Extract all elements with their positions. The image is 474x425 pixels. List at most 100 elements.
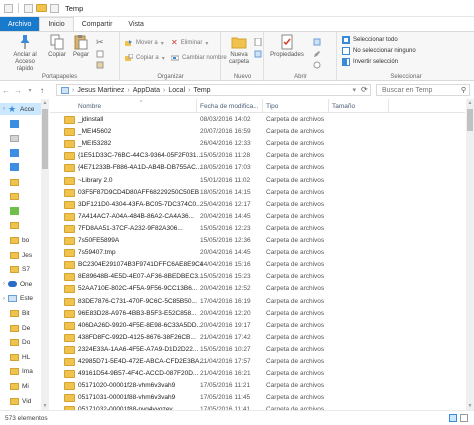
breadcrumb-separator[interactable]: ›	[163, 87, 165, 94]
table-row[interactable]: 52AA710E-802C-4F5A-9F56-9CC13B6... 20/04/…	[50, 283, 465, 295]
ribbon-tab-1[interactable]: Inicio	[39, 17, 74, 31]
table-row[interactable]: ~Library 2.0 15/01/2016 11:02 Carpeta de a…	[50, 175, 465, 187]
expand-chevron-icon[interactable]: ›	[0, 281, 8, 287]
move-to-button[interactable]: Mover a ▾	[125, 39, 164, 47]
history-button[interactable]	[313, 61, 321, 69]
table-row[interactable]: 96E83D28-A976-4BB3-B5F3-E52C858... 20/04/…	[50, 308, 465, 320]
breadcrumb-item[interactable]: Jesus Martinez	[77, 87, 124, 94]
table-row[interactable]: 7s59407.tmp 20/04/2016 14:45 Carpeta de ar…	[50, 247, 465, 259]
refresh-icon[interactable]: ⟳	[361, 85, 368, 94]
list-scroll-up-icon[interactable]: ▲	[466, 99, 474, 107]
new-folder-button[interactable]: Nueva carpeta	[224, 34, 254, 66]
expand-chevron-icon[interactable]: ›	[0, 296, 8, 302]
copy-button[interactable]: Copiar	[46, 34, 68, 59]
quick-access-icon: ★	[8, 103, 17, 114]
table-row[interactable]: {1E51D33C-76BC-44C3-9364-05F2F031... 15/0…	[50, 150, 465, 162]
table-row[interactable]: 7s50FE5899A 15/05/2016 12:36 Carpeta de ar…	[50, 235, 465, 247]
nav-scroll-up-icon[interactable]: ▲	[41, 99, 49, 107]
copy-to-icon	[125, 54, 133, 61]
table-row[interactable]: 8E89648B-4E5D-4E07-AF36-8BEDBEC3... 15/05…	[50, 271, 465, 283]
file-type: Carpeta de archivos	[266, 224, 325, 232]
table-row[interactable]: _jdinstall 08/03/2016 14:02 Carpeta de arc…	[50, 114, 465, 126]
select-none-button[interactable]: No seleccionar ninguno	[342, 47, 416, 55]
ribbon-tab-0[interactable]: Archivo	[0, 17, 40, 31]
customize-qa-icon[interactable]	[50, 3, 59, 13]
table-row[interactable]: 7FD8AA51-37CF-A232-9F82A306... 15/05/2016…	[50, 223, 465, 235]
list-scroll-thumb[interactable]	[467, 109, 473, 131]
new-item-button[interactable]	[254, 38, 262, 46]
invert-selection-button[interactable]: Invertir selección	[342, 58, 398, 66]
nav-scroll-down-icon[interactable]: ▼	[41, 402, 49, 410]
copy-path-button[interactable]	[96, 50, 104, 58]
new-folder-qa-icon[interactable]	[36, 4, 47, 12]
back-arrow-icon[interactable]: ←	[0, 86, 12, 95]
table-row[interactable]: 83DE7876-C731-470F-9C6C-5C85B50... 17/04/…	[50, 296, 465, 308]
address-bar[interactable]: › Jesus Martinez › AppData › Local › Temp ▾	[56, 84, 371, 96]
file-type: Carpeta de archivos	[266, 394, 325, 402]
breadcrumb-item[interactable]: Temp	[193, 87, 210, 94]
up-arrow-icon[interactable]: ↑	[36, 86, 48, 95]
search-input[interactable]: Buscar en Temp ⚲	[376, 84, 470, 96]
list-scrollbar[interactable]: ▲ ▼	[466, 99, 474, 410]
edit-button[interactable]	[313, 50, 321, 58]
table-row[interactable]: 438FD8FC-992D-4125-8676-38F26CB... 21/04/…	[50, 332, 465, 344]
paste-shortcut-button[interactable]	[96, 61, 104, 69]
cut-button[interactable]: ✂	[96, 38, 104, 47]
recent-dropdown-icon[interactable]: ▾	[24, 87, 36, 94]
table-row[interactable]: {4E71233B-F886-4A1D-AB4B-DB755AC... 18/05…	[50, 162, 465, 174]
file-name: 05171020-00001f28-vhm6v3vah9	[78, 382, 176, 390]
easy-access-button[interactable]	[254, 50, 262, 58]
breadcrumb-separator[interactable]: ›	[188, 87, 190, 94]
rename-label: Cambiar nombre	[182, 55, 227, 61]
paste-button[interactable]: Pegar	[70, 34, 92, 59]
nav-item-label: De	[22, 324, 31, 332]
column-type[interactable]: Tipo	[263, 99, 329, 113]
file-date: 20/04/2016 19:17	[200, 321, 251, 329]
table-row[interactable]: 05171020-00001f28-vhm6v3vah9 17/05/2016 1…	[50, 380, 465, 392]
table-row[interactable]: 2324E33A-1AA6-4F5E-A7A9-D1D2D22... 15/05/…	[50, 344, 465, 356]
breadcrumb-item[interactable]: AppData	[133, 87, 160, 94]
details-view-icon[interactable]	[449, 414, 457, 422]
list-scroll-down-icon[interactable]: ▼	[466, 402, 474, 410]
rename-button[interactable]: Cambiar nombre	[171, 54, 227, 62]
forward-arrow-icon[interactable]: →	[12, 86, 24, 95]
column-name[interactable]: Nombre	[50, 99, 197, 113]
large-icons-view-icon[interactable]	[460, 414, 468, 422]
table-row[interactable]: 42985D71-5E4D-472E-ABCA-CFD2E3BA... 21/04…	[50, 356, 465, 368]
copy-path-icon	[96, 50, 104, 58]
ribbon-tabs: Archivo Inicio Compartir Vista	[0, 17, 474, 31]
open-button[interactable]	[313, 38, 321, 46]
table-row[interactable]: 406DA26D-9920-4F5E-8E98-6C33A5DD... 20/04…	[50, 320, 465, 332]
ribbon-tab-2[interactable]: Compartir	[74, 17, 121, 31]
nav-scrollbar[interactable]: ▲ ▼	[41, 99, 49, 410]
address-dropdown-icon[interactable]: ▾	[352, 86, 356, 94]
file-date: 18/05/2016 14:15	[200, 188, 251, 196]
properties-qa-icon[interactable]	[24, 3, 33, 13]
table-row[interactable]: 7A414AC7-A04A-484B-86A2-CA4A36... 20/04/2…	[50, 211, 465, 223]
table-row[interactable]: _MEI53282 26/04/2016 12:33 Carpeta de arch…	[50, 138, 465, 150]
pin-quick-access-button[interactable]: Anclar al Acceso rápido	[6, 34, 44, 73]
group-label-nuevo: Nuevo	[233, 74, 252, 80]
nav-scroll-thumb[interactable]	[42, 109, 48, 169]
folder-icon	[64, 309, 75, 318]
breadcrumb-separator[interactable]: ›	[72, 87, 74, 94]
select-all-button[interactable]: Seleccionar todo	[342, 36, 398, 44]
properties-button[interactable]: Propiedades	[267, 34, 307, 59]
delete-button[interactable]: ✕ Eliminar ▾	[171, 39, 208, 47]
onedrive-icon	[8, 281, 17, 288]
table-row[interactable]: 05171031-00001f88-vhm6v3vah9 17/05/2016 1…	[50, 392, 465, 404]
expand-chevron-icon[interactable]: ›	[0, 106, 8, 112]
table-row[interactable]: 03F5F87D9CD4D80AFF68229250C50EB 18/05/201…	[50, 187, 465, 199]
nav-item-label: One	[20, 280, 33, 288]
column-size[interactable]: Tamaño	[329, 99, 389, 113]
ribbon-tab-3[interactable]: Vista	[120, 17, 151, 31]
breadcrumb-item[interactable]: Local	[168, 87, 185, 94]
table-row[interactable]: BC2304E291074B3F9741DFFC6AE8E9C4 14/04/20…	[50, 259, 465, 271]
table-row[interactable]: 3DF121D0-4304-43FA-BC05-7DC374C0... 25/04…	[50, 199, 465, 211]
breadcrumb-separator[interactable]: ›	[127, 87, 129, 94]
copy-to-button[interactable]: Copiar a ▾	[125, 54, 165, 62]
file-date: 18/05/2016 17:03	[200, 164, 251, 172]
table-row[interactable]: _MEI45602 20/07/2016 16:59 Carpeta de arch…	[50, 126, 465, 138]
table-row[interactable]: 49161D54-9B57-4F4C-ACCD-087F20D... 21/04/…	[50, 368, 465, 380]
column-date[interactable]: Fecha de modifica...	[197, 99, 263, 113]
